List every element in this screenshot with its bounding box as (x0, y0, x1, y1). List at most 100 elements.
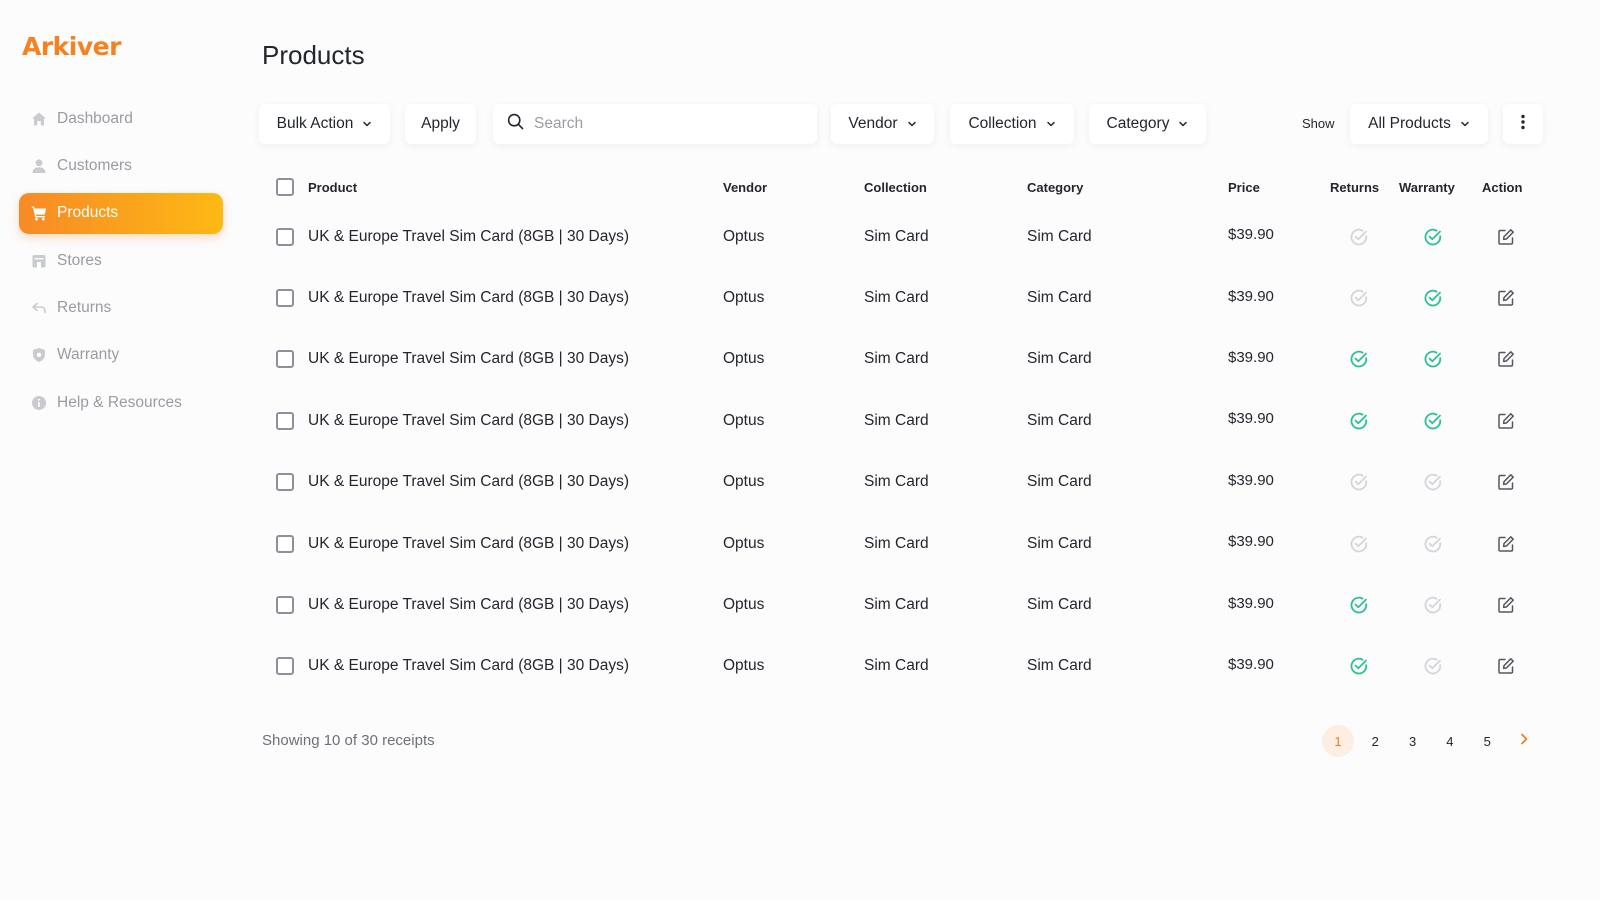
page-button-4[interactable]: 4 (1434, 725, 1466, 757)
edit-button[interactable] (1497, 390, 1515, 451)
warranty-status[interactable] (1423, 329, 1443, 390)
category-name: Sim Card (1027, 350, 1092, 368)
collection-name: Sim Card (864, 411, 929, 429)
returns-status[interactable] (1349, 267, 1369, 328)
app-logo[interactable]: Arkiver (22, 32, 121, 61)
sidebar-item-help-resources[interactable]: Help & Resources (19, 382, 223, 423)
product-name[interactable]: UK & Europe Travel Sim Card (8GB | 30 Da… (308, 206, 629, 267)
product-name[interactable]: UK & Europe Travel Sim Card (8GB | 30 Da… (308, 267, 629, 328)
sidebar-item-warranty[interactable]: Warranty (19, 335, 223, 376)
page-button-5[interactable]: 5 (1471, 725, 1503, 757)
page-title: Products (262, 40, 365, 70)
returns-status[interactable] (1349, 636, 1369, 697)
vendor-name: Optus (723, 411, 765, 429)
header-collection[interactable]: Collection (864, 168, 927, 206)
header-price[interactable]: Price (1228, 168, 1260, 206)
chevron-down-icon (362, 119, 372, 129)
returns-status[interactable] (1349, 574, 1369, 635)
page-button-2[interactable]: 2 (1359, 725, 1391, 757)
apply-button[interactable]: Apply (405, 104, 476, 144)
sidebar-item-dashboard[interactable]: Dashboard (19, 98, 223, 139)
warranty-status[interactable] (1423, 574, 1443, 635)
show-filter-dropdown[interactable]: All Products (1350, 104, 1488, 144)
product-name[interactable]: UK & Europe Travel Sim Card (8GB | 30 Da… (308, 329, 629, 390)
row-checkbox[interactable] (276, 289, 294, 308)
sidebar-item-stores[interactable]: Stores (19, 240, 223, 281)
row-checkbox[interactable] (276, 657, 294, 676)
category-name: Sim Card (1027, 473, 1092, 491)
chevron-down-icon (907, 119, 917, 129)
check-circle-icon (1423, 288, 1443, 308)
row-checkbox[interactable] (276, 534, 294, 553)
row-checkbox[interactable] (276, 350, 294, 369)
returns-status[interactable] (1349, 452, 1369, 513)
returns-status[interactable] (1349, 390, 1369, 451)
returns-status[interactable] (1349, 513, 1369, 574)
edit-button[interactable] (1497, 267, 1515, 328)
product-name[interactable]: UK & Europe Travel Sim Card (8GB | 30 Da… (308, 513, 629, 574)
header-warranty[interactable]: Warranty (1399, 168, 1455, 206)
returns-status[interactable] (1349, 329, 1369, 390)
vendor-dropdown[interactable]: Vendor (831, 104, 934, 144)
warranty-status[interactable] (1423, 390, 1443, 451)
check-circle-icon (1423, 472, 1443, 492)
header-vendor[interactable]: Vendor (723, 168, 767, 206)
sidebar-item-products[interactable]: Products (19, 192, 223, 234)
page-button-3[interactable]: 3 (1397, 725, 1429, 757)
toolbar: Bulk Action Apply Vendor Collection Cate… (259, 104, 1549, 144)
edit-icon (1497, 289, 1515, 307)
row-checkbox[interactable] (276, 596, 294, 615)
returns-status[interactable] (1349, 206, 1369, 267)
warranty-status[interactable] (1423, 636, 1443, 697)
row-checkbox[interactable] (276, 473, 294, 492)
bulk-action-dropdown[interactable]: Bulk Action (259, 104, 390, 144)
edit-button[interactable] (1497, 513, 1515, 574)
check-circle-icon (1423, 411, 1443, 431)
product-name[interactable]: UK & Europe Travel Sim Card (8GB | 30 Da… (308, 452, 629, 513)
sidebar: Arkiver Dashboard Customers Products Sto… (0, 0, 240, 900)
header-returns[interactable]: Returns (1330, 168, 1379, 206)
user-icon (31, 158, 47, 174)
edit-button[interactable] (1497, 574, 1515, 635)
sidebar-item-customers[interactable]: Customers (19, 145, 223, 186)
vendor-name: Optus (723, 657, 765, 675)
check-circle-icon (1349, 411, 1369, 431)
search-icon (507, 113, 524, 135)
sidebar-item-returns[interactable]: Returns (19, 288, 223, 329)
return-arrow-icon (31, 300, 47, 316)
warranty-status[interactable] (1423, 452, 1443, 513)
products-table: Product Vendor Collection Category Price… (262, 168, 1552, 697)
edit-button[interactable] (1497, 452, 1515, 513)
category-dropdown[interactable]: Category (1089, 104, 1206, 144)
row-checkbox[interactable] (276, 227, 294, 246)
warranty-status[interactable] (1423, 206, 1443, 267)
row-checkbox[interactable] (276, 411, 294, 430)
collection-name: Sim Card (864, 596, 929, 614)
header-category[interactable]: Category (1027, 168, 1083, 206)
select-all-checkbox[interactable] (276, 178, 294, 196)
next-page-button[interactable] (1508, 725, 1540, 757)
warranty-status[interactable] (1423, 513, 1443, 574)
header-product[interactable]: Product (308, 168, 357, 206)
sidebar-item-label: Help & Resources (57, 393, 182, 411)
search-input[interactable] (534, 115, 794, 133)
check-circle-icon (1423, 227, 1443, 247)
table-row: UK & Europe Travel Sim Card (8GB | 30 Da… (262, 636, 1552, 697)
product-name[interactable]: UK & Europe Travel Sim Card (8GB | 30 Da… (308, 636, 629, 697)
product-name[interactable]: UK & Europe Travel Sim Card (8GB | 30 Da… (308, 390, 629, 451)
warranty-status[interactable] (1423, 267, 1443, 328)
more-options-button[interactable] (1503, 104, 1543, 144)
table-row: UK & Europe Travel Sim Card (8GB | 30 Da… (262, 390, 1552, 451)
page-button-1[interactable]: 1 (1322, 725, 1354, 757)
collection-dropdown[interactable]: Collection (950, 104, 1074, 144)
edit-button[interactable] (1497, 636, 1515, 697)
category-name: Sim Card (1027, 596, 1092, 614)
search-box (493, 104, 817, 144)
collection-name: Sim Card (864, 534, 929, 552)
check-circle-icon (1423, 534, 1443, 554)
product-name[interactable]: UK & Europe Travel Sim Card (8GB | 30 Da… (308, 574, 629, 635)
edit-button[interactable] (1497, 329, 1515, 390)
bulk-action-label: Bulk Action (276, 115, 354, 132)
collection-label: Collection (968, 115, 1037, 132)
edit-button[interactable] (1497, 206, 1515, 267)
